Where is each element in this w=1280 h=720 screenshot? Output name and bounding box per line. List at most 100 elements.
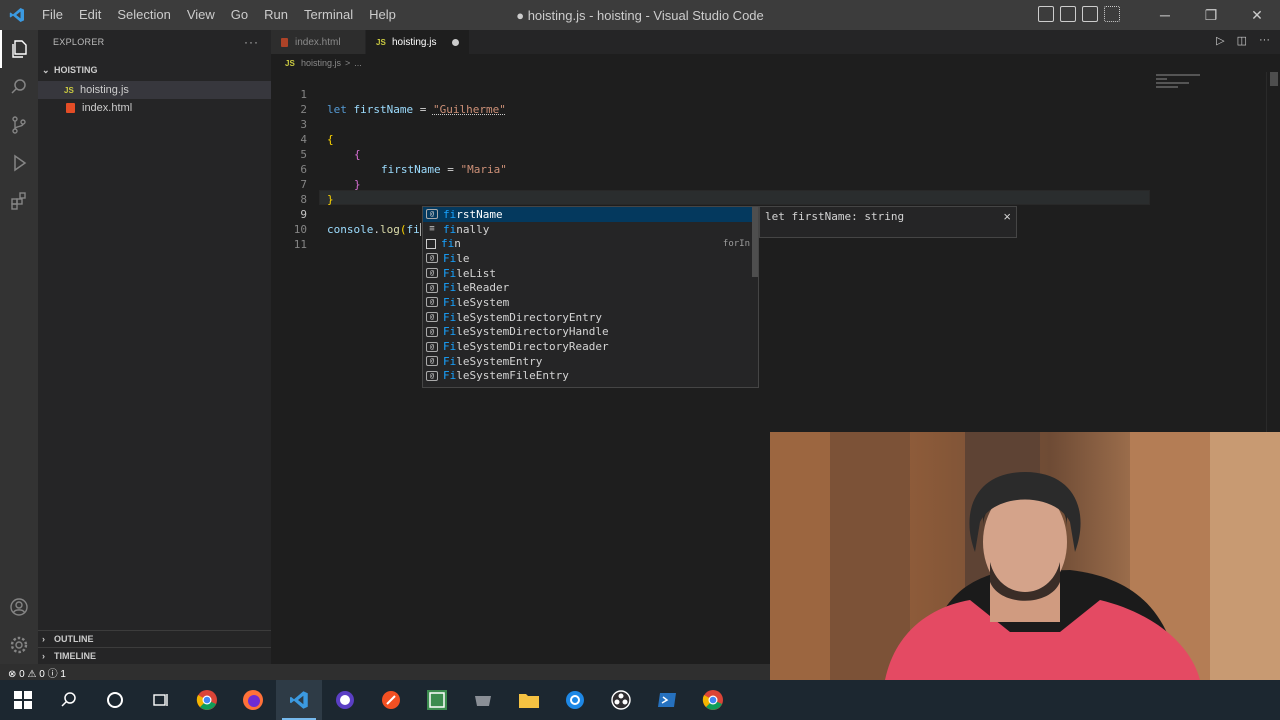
- code-line-6: 6 }: [271, 147, 360, 191]
- toggle-panel-icon[interactable]: [1060, 6, 1076, 22]
- powershell-icon[interactable]: [644, 680, 690, 720]
- code-line-11: 11: [271, 222, 307, 251]
- outline-label: OUTLINE: [54, 634, 94, 644]
- windows-taskbar: [0, 680, 1280, 720]
- suggestion-item[interactable]: @ firstName: [423, 207, 758, 222]
- minimize-icon[interactable]: ─: [1142, 0, 1188, 30]
- suggestion-label: FileSystemDirectoryEntry: [443, 310, 602, 324]
- suggestion-item[interactable]: @ FileReader: [423, 280, 758, 295]
- breadcrumb-symbol[interactable]: ...: [354, 58, 362, 68]
- search-icon[interactable]: [46, 680, 92, 720]
- suggestion-item[interactable]: @ FileSystemDirectoryReader: [423, 339, 758, 354]
- game-icon[interactable]: [460, 680, 506, 720]
- menu-file[interactable]: File: [34, 0, 71, 30]
- menu-terminal[interactable]: Terminal: [296, 0, 361, 30]
- task-view-icon[interactable]: [138, 680, 184, 720]
- file-label: index.html: [82, 102, 133, 114]
- menu-view[interactable]: View: [179, 0, 223, 30]
- tab-hoisting-js[interactable]: JS hoisting.js: [366, 30, 471, 54]
- suggestion-item[interactable]: fin forIn: [423, 236, 758, 251]
- suggestion-item[interactable]: @ FileSystemEntry: [423, 354, 758, 369]
- explorer-title: EXPLORER: [53, 37, 105, 47]
- explorer-icon[interactable]: [0, 30, 38, 68]
- keyword: let: [327, 103, 347, 116]
- variable-icon: @: [426, 253, 438, 264]
- suggestion-item[interactable]: @ FileSystemDirectoryHandle: [423, 325, 758, 340]
- scrollbar-thumb[interactable]: [1270, 72, 1278, 86]
- status-bar: ⊗ 0 ⚠ 0 ⓘ 1: [0, 664, 770, 680]
- customize-layout-icon[interactable]: [1104, 6, 1120, 22]
- suggestion-item[interactable]: ≡ finally: [423, 222, 758, 237]
- minimap[interactable]: [1156, 72, 1266, 102]
- obs-icon[interactable]: [598, 680, 644, 720]
- webcam-person-image: [770, 432, 1280, 680]
- menu-run[interactable]: Run: [256, 0, 296, 30]
- suggestion-item[interactable]: @ FileList: [423, 266, 758, 281]
- blue-app-icon[interactable]: [552, 680, 598, 720]
- html-file-icon: [281, 37, 288, 47]
- suggestion-label: FileSystemDirectoryReader: [443, 340, 609, 354]
- firefox-icon[interactable]: [230, 680, 276, 720]
- vscode-icon[interactable]: [0, 0, 34, 30]
- suggestion-item[interactable]: @ FileSystem: [423, 295, 758, 310]
- suggestion-item[interactable]: @ FileSystemFileEntry: [423, 369, 758, 384]
- vscode-icon[interactable]: [276, 680, 322, 720]
- run-debug-icon[interactable]: [0, 144, 38, 182]
- file-label: hoisting.js: [80, 84, 129, 96]
- search-icon[interactable]: [0, 68, 38, 106]
- file-explorer-icon[interactable]: [506, 680, 552, 720]
- suggestion-widget: @ firstName ≡ finally fin forIn @ File @…: [422, 206, 759, 388]
- problems-indicator[interactable]: ⊗ 0 ⚠ 0 ⓘ 1: [8, 665, 66, 680]
- cortana-icon[interactable]: [92, 680, 138, 720]
- line-number: 11: [293, 238, 307, 251]
- orange-app-icon[interactable]: [368, 680, 414, 720]
- suggestion-item[interactable]: @ FileSystemDirectoryEntry: [423, 310, 758, 325]
- menu-go[interactable]: Go: [223, 0, 256, 30]
- settings-gear-icon[interactable]: [0, 626, 38, 664]
- more-actions-icon[interactable]: ···: [244, 35, 259, 49]
- file-item-hoisting-js[interactable]: JS hoisting.js: [38, 81, 271, 99]
- split-editor-icon[interactable]: ◫: [1237, 34, 1247, 47]
- close-icon[interactable]: ×: [1003, 209, 1011, 224]
- unsaved-dot-icon[interactable]: [452, 38, 460, 46]
- extensions-icon[interactable]: [0, 182, 38, 220]
- menu-selection[interactable]: Selection: [109, 0, 178, 30]
- chrome-icon[interactable]: [184, 680, 230, 720]
- outline-section[interactable]: › OUTLINE: [38, 630, 271, 647]
- purple-app-icon[interactable]: [322, 680, 368, 720]
- variable-icon: @: [426, 341, 438, 352]
- source-control-icon[interactable]: [0, 106, 38, 144]
- more-editor-actions-icon[interactable]: ···: [1259, 34, 1270, 47]
- operator: .: [373, 223, 380, 236]
- file-item-index-html[interactable]: index.html: [38, 99, 271, 117]
- bracket: {: [327, 133, 334, 146]
- account-icon[interactable]: [0, 588, 38, 626]
- toggle-sidebar-icon[interactable]: [1038, 6, 1054, 22]
- warning-count: 0: [39, 668, 45, 680]
- variable-icon: @: [426, 356, 438, 367]
- folder-hoisting[interactable]: ⌄ HOISTING: [38, 59, 271, 81]
- toggle-secondary-sidebar-icon[interactable]: [1082, 6, 1098, 22]
- timeline-section[interactable]: › TIMELINE: [38, 647, 271, 664]
- bracket: {: [354, 148, 361, 161]
- breadcrumb-separator: >: [345, 58, 351, 68]
- variable-icon: @: [426, 297, 438, 308]
- chrome-icon[interactable]: [690, 680, 736, 720]
- operator: =: [419, 103, 427, 116]
- tab-index-html[interactable]: index.html: [271, 30, 366, 54]
- close-icon[interactable]: ✕: [1234, 0, 1280, 30]
- typed-text: fi: [406, 223, 420, 236]
- green-app-icon[interactable]: [414, 680, 460, 720]
- suggestion-item[interactable]: @ File: [423, 251, 758, 266]
- windows-start-icon[interactable]: [0, 680, 46, 720]
- chevron-down-icon: ⌄: [42, 64, 50, 75]
- menu-help[interactable]: Help: [361, 0, 404, 30]
- breadcrumb-file[interactable]: hoisting.js: [301, 58, 341, 68]
- identifier: firstName: [381, 163, 441, 176]
- run-file-icon[interactable]: ▷: [1216, 34, 1224, 47]
- chevron-right-icon: ›: [42, 651, 45, 661]
- restore-icon[interactable]: ❐: [1188, 0, 1234, 30]
- suggestion-scrollbar[interactable]: [752, 207, 758, 277]
- suggestion-label: File: [443, 251, 470, 265]
- menu-edit[interactable]: Edit: [71, 0, 109, 30]
